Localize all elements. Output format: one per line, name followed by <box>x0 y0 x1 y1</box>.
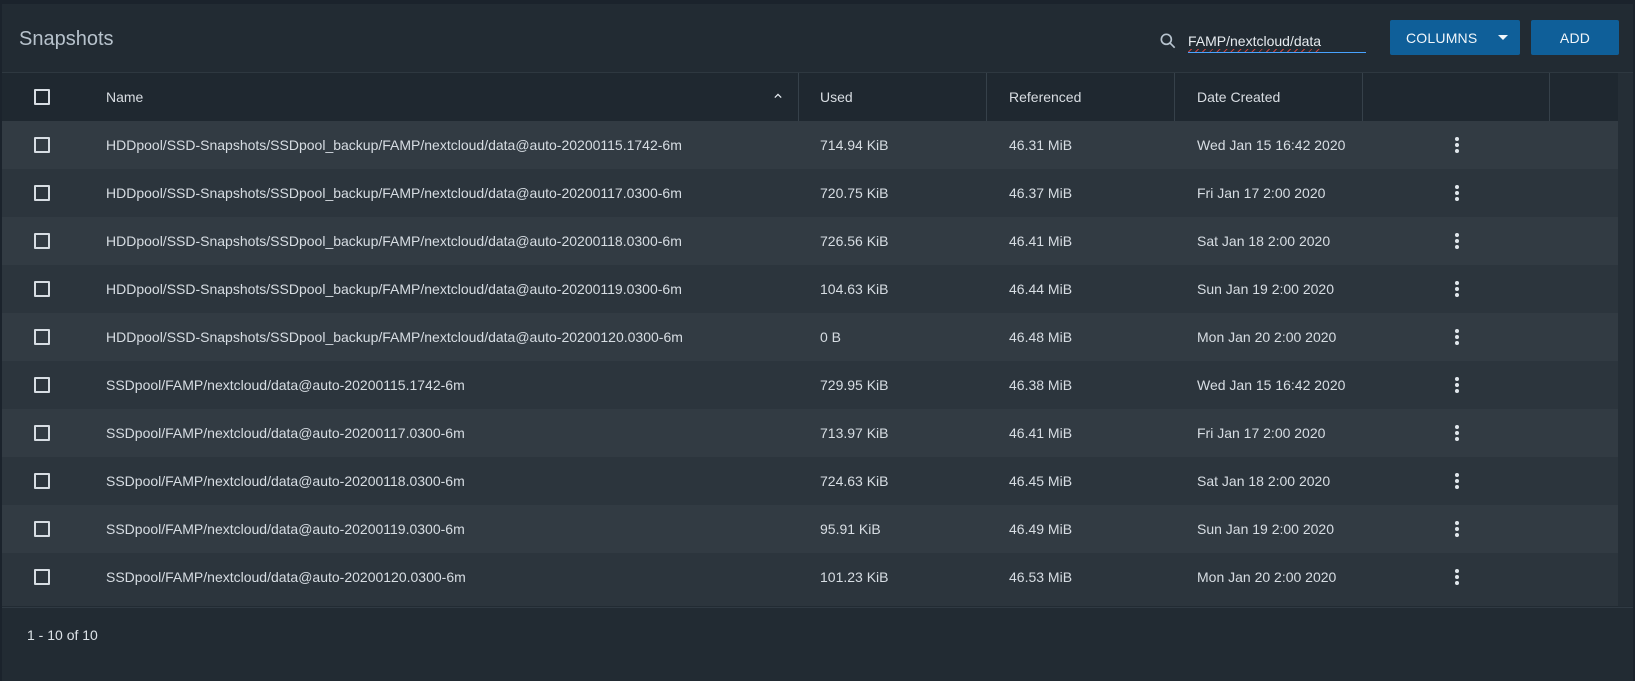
referenced-value: 46.45 MiB <box>1009 473 1073 489</box>
sort-ascending-icon[interactable] <box>774 92 782 100</box>
used-value: 104.63 KiB <box>820 281 889 297</box>
vertical-scrollbar[interactable] <box>1618 73 1633 606</box>
kebab-menu-icon[interactable] <box>1454 521 1460 537</box>
table-row[interactable]: SSDpool/FAMP/nextcloud/data@auto-2020011… <box>2 457 1618 505</box>
date-created-value: Sat Jan 18 2:00 2020 <box>1197 473 1331 489</box>
kebab-menu-icon[interactable] <box>1454 473 1460 489</box>
referenced-value: 46.48 MiB <box>1009 329 1073 345</box>
snapshot-name: HDDpool/SSD-Snapshots/SSDpool_backup/FAM… <box>106 329 683 345</box>
referenced-value: 46.41 MiB <box>1009 425 1073 441</box>
row-checkbox[interactable] <box>34 137 50 153</box>
snapshot-name: SSDpool/FAMP/nextcloud/data@auto-2020011… <box>106 473 465 489</box>
table-row[interactable]: SSDpool/FAMP/nextcloud/data@auto-2020011… <box>2 361 1618 409</box>
column-divider <box>1549 73 1550 121</box>
kebab-menu-icon[interactable] <box>1454 185 1460 201</box>
row-checkbox[interactable] <box>34 233 50 249</box>
referenced-value: 46.31 MiB <box>1009 137 1073 153</box>
used-value: 729.95 KiB <box>820 377 889 393</box>
table-header: Name Used Referenced Date Created <box>2 73 1618 122</box>
search-box <box>1158 26 1374 56</box>
date-created-value: Sat Jan 18 2:00 2020 <box>1197 233 1331 249</box>
table-row[interactable]: HDDpool/SSD-Snapshots/SSDpool_backup/FAM… <box>2 169 1618 217</box>
date-created-header[interactable]: Date Created <box>1197 73 1377 121</box>
toolbar: Snapshots COLUMNS ADD <box>2 4 1633 73</box>
search-icon <box>1160 33 1176 49</box>
date-created-value: Sun Jan 19 2:00 2020 <box>1197 281 1335 297</box>
snapshots-table: Name Used Referenced Date Created HDDpoo… <box>2 73 1618 606</box>
date-created-value: Mon Jan 20 2:00 2020 <box>1197 569 1337 585</box>
column-divider <box>1174 73 1175 121</box>
referenced-header[interactable]: Referenced <box>1009 73 1159 121</box>
snapshot-name: SSDpool/FAMP/nextcloud/data@auto-2020011… <box>106 377 465 393</box>
kebab-menu-icon[interactable] <box>1454 329 1460 345</box>
referenced-value: 46.49 MiB <box>1009 521 1073 537</box>
row-checkbox[interactable] <box>34 377 50 393</box>
used-value: 101.23 KiB <box>820 569 889 585</box>
table-row[interactable]: HDDpool/SSD-Snapshots/SSDpool_backup/FAM… <box>2 217 1618 265</box>
snapshots-panel: Snapshots COLUMNS ADD Name Used <box>2 4 1633 681</box>
date-created-value: Wed Jan 15 16:42 2020 <box>1197 377 1346 393</box>
used-value: 95.91 KiB <box>820 521 881 537</box>
used-value: 713.97 KiB <box>820 425 889 441</box>
kebab-menu-icon[interactable] <box>1454 233 1460 249</box>
used-value: 714.94 KiB <box>820 137 889 153</box>
used-value: 720.75 KiB <box>820 185 889 201</box>
table-row[interactable]: SSDpool/FAMP/nextcloud/data@auto-2020012… <box>2 553 1618 601</box>
used-value: 726.56 KiB <box>820 233 889 249</box>
add-button-label: ADD <box>1559 29 1591 46</box>
columns-button-label: COLUMNS <box>1406 29 1478 46</box>
date-created-value: Mon Jan 20 2:00 2020 <box>1197 329 1337 345</box>
select-all-checkbox[interactable] <box>34 89 50 105</box>
column-divider <box>798 73 799 121</box>
table-row[interactable]: HDDpool/SSD-Snapshots/SSDpool_backup/FAM… <box>2 313 1618 361</box>
kebab-menu-icon[interactable] <box>1454 377 1460 393</box>
kebab-menu-icon[interactable] <box>1454 569 1460 585</box>
pagination-text: 1 - 10 of 10 <box>27 627 98 643</box>
snapshot-name: HDDpool/SSD-Snapshots/SSDpool_backup/FAM… <box>106 185 682 201</box>
column-divider <box>986 73 987 121</box>
used-value: 724.63 KiB <box>820 473 889 489</box>
row-checkbox[interactable] <box>34 521 50 537</box>
column-divider <box>1362 73 1363 121</box>
kebab-menu-icon[interactable] <box>1454 137 1460 153</box>
table-row[interactable]: HDDpool/SSD-Snapshots/SSDpool_backup/FAM… <box>2 121 1618 169</box>
snapshot-name: HDDpool/SSD-Snapshots/SSDpool_backup/FAM… <box>106 281 682 297</box>
snapshot-name: HDDpool/SSD-Snapshots/SSDpool_backup/FAM… <box>106 137 682 153</box>
columns-button[interactable]: COLUMNS <box>1390 20 1520 55</box>
row-checkbox[interactable] <box>34 185 50 201</box>
date-created-value: Wed Jan 15 16:42 2020 <box>1197 137 1346 153</box>
row-checkbox[interactable] <box>34 425 50 441</box>
date-created-value: Fri Jan 17 2:00 2020 <box>1197 185 1326 201</box>
date-created-value: Fri Jan 17 2:00 2020 <box>1197 425 1326 441</box>
spellcheck-underline <box>1188 49 1322 52</box>
used-header[interactable]: Used <box>820 73 970 121</box>
add-button[interactable]: ADD <box>1531 20 1619 55</box>
table-row[interactable]: SSDpool/FAMP/nextcloud/data@auto-2020011… <box>2 409 1618 457</box>
table-row[interactable]: HDDpool/SSD-Snapshots/SSDpool_backup/FAM… <box>2 265 1618 313</box>
referenced-value: 46.38 MiB <box>1009 377 1073 393</box>
page-title: Snapshots <box>19 28 114 50</box>
snapshot-name: HDDpool/SSD-Snapshots/SSDpool_backup/FAM… <box>106 233 682 249</box>
used-value: 0 B <box>820 329 842 345</box>
chevron-down-icon <box>1498 35 1508 40</box>
table-footer: 1 - 10 of 10 <box>2 607 1633 681</box>
date-created-value: Sun Jan 19 2:00 2020 <box>1197 521 1335 537</box>
referenced-value: 46.37 MiB <box>1009 185 1073 201</box>
referenced-value: 46.44 MiB <box>1009 281 1073 297</box>
snapshot-name: SSDpool/FAMP/nextcloud/data@auto-2020012… <box>106 569 466 585</box>
kebab-menu-icon[interactable] <box>1454 281 1460 297</box>
row-checkbox[interactable] <box>34 329 50 345</box>
snapshot-name: SSDpool/FAMP/nextcloud/data@auto-2020011… <box>106 425 465 441</box>
kebab-menu-icon[interactable] <box>1454 425 1460 441</box>
row-checkbox[interactable] <box>34 473 50 489</box>
name-header[interactable]: Name <box>106 73 786 121</box>
referenced-value: 46.53 MiB <box>1009 569 1073 585</box>
referenced-value: 46.41 MiB <box>1009 233 1073 249</box>
row-checkbox[interactable] <box>34 281 50 297</box>
snapshot-name: SSDpool/FAMP/nextcloud/data@auto-2020011… <box>106 521 465 537</box>
row-checkbox[interactable] <box>34 569 50 585</box>
table-row[interactable]: SSDpool/FAMP/nextcloud/data@auto-2020011… <box>2 505 1618 553</box>
